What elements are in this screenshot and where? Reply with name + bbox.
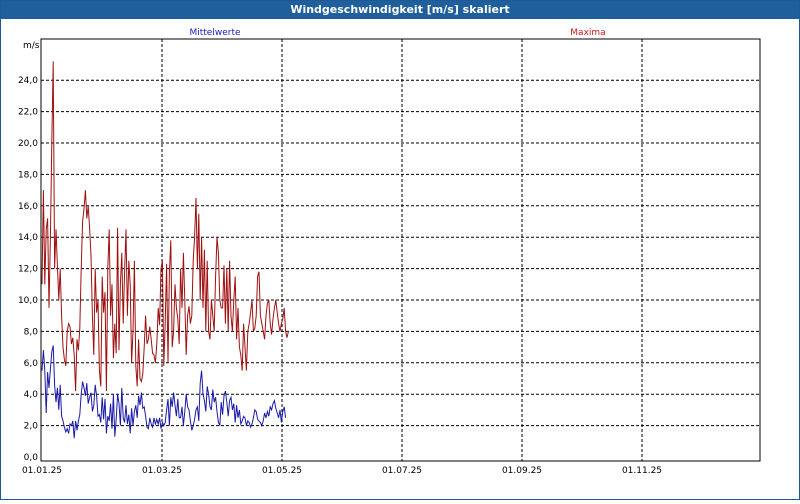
x-tick-label: 01.05.25: [262, 466, 302, 476]
maxima-line: [41, 61, 289, 392]
y-axis-ticks: 0,0 2,0 4,0 6,0 8,0 10,0 12,0 14,0 16,0 18,0 20,0 2…: [18, 76, 38, 463]
y-tick-label: 12,0: [18, 265, 38, 275]
y-tick-label: 20,0: [18, 139, 38, 149]
series-layer: [41, 61, 289, 439]
x-tick-label: 01.07.25: [382, 466, 422, 476]
x-tick-label: 01.01.25: [22, 466, 62, 476]
y-tick-label: 10,0: [18, 296, 38, 306]
y-tick-label: 18,0: [18, 170, 38, 180]
x-axis-ticks: 01.01.25 01.03.25 01.05.25 01.07.25 01.09.25…: [22, 466, 662, 476]
window-title: Windgeschwindigkeit [m/s] skaliert: [1, 1, 799, 19]
x-tick-label: 01.11.25: [622, 466, 662, 476]
x-tick-label: 01.09.25: [502, 466, 542, 476]
y-tick-label: 2,0: [24, 422, 39, 432]
y-tick-label: 0,0: [24, 453, 39, 463]
chart-window: Windgeschwindigkeit [m/s] skaliert Mitte…: [0, 0, 800, 500]
plot-frame: [40, 38, 761, 462]
legend-maxima: Maxima: [570, 28, 605, 38]
y-tick-label: 4,0: [24, 390, 39, 400]
y-tick-label: 6,0: [24, 359, 39, 369]
chart-area: Mittelwerte Maxima m/s 0,0 2,0 4,0 6,0 8,0 10…: [1, 20, 799, 499]
legend-mittelwerte: Mittelwerte: [189, 28, 240, 38]
y-tick-label: 16,0: [18, 202, 38, 212]
wind-speed-chart: Mittelwerte Maxima m/s 0,0 2,0 4,0 6,0 8,0 10…: [18, 28, 761, 476]
y-tick-label: 22,0: [18, 108, 38, 118]
grid-lines: [41, 39, 760, 461]
y-tick-label: 8,0: [24, 327, 39, 337]
y-tick-label: 14,0: [18, 233, 38, 243]
y-tick-label: 24,0: [18, 76, 38, 86]
x-tick-label: 01.03.25: [142, 466, 182, 476]
y-axis-unit: m/s: [23, 41, 40, 51]
